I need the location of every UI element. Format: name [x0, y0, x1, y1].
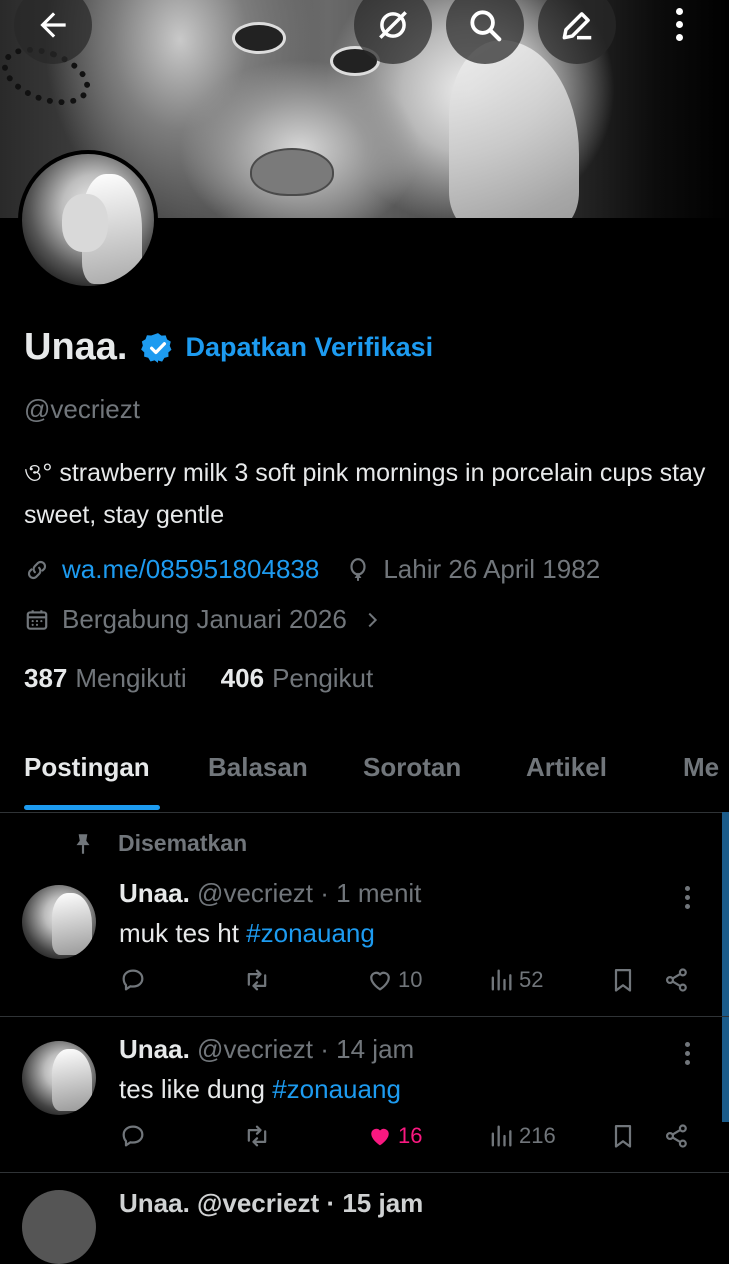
post-actions: 16 216	[119, 1122, 699, 1154]
display-name: Unaa.	[24, 326, 128, 368]
reply-icon	[122, 1125, 144, 1147]
post-avatar[interactable]	[22, 885, 96, 959]
view-count: 52	[519, 967, 544, 992]
reply-icon	[122, 969, 144, 991]
post-divider	[0, 1016, 729, 1017]
profile-avatar[interactable]	[18, 150, 158, 290]
post-timestamp: · 1 menit	[320, 878, 422, 908]
active-tab-indicator	[24, 805, 160, 810]
arrow-left-icon	[40, 12, 66, 38]
post-item[interactable]: Unaa. @vecriezt · 14 jam tes like dung #…	[0, 1026, 722, 1172]
hashtag-link[interactable]: #zonauang	[272, 1074, 401, 1104]
post-author-name[interactable]: Unaa.	[119, 878, 190, 908]
website-link[interactable]: wa.me/085951804838	[62, 554, 319, 585]
heart-icon	[370, 971, 390, 991]
tab-articles[interactable]: Artikel	[526, 752, 607, 783]
banner-hair	[449, 40, 579, 218]
joined-text: Bergabung Januari 2026	[62, 604, 347, 634]
reply-button[interactable]	[119, 966, 147, 994]
post-divider	[0, 1172, 729, 1173]
post-avatar[interactable]	[22, 1041, 96, 1115]
share-button[interactable]	[663, 1122, 691, 1150]
bookmark-icon	[614, 1124, 632, 1148]
birthday-text: Lahir 26 April 1982	[383, 554, 601, 584]
more-vertical-icon	[684, 886, 690, 891]
heart-filled-icon	[371, 1128, 389, 1146]
chevron-right-icon	[368, 612, 377, 627]
meta-row-2[interactable]: Bergabung Januari 2026	[24, 604, 395, 635]
post-avatar[interactable]	[22, 1190, 96, 1264]
partial-post-header: Unaa. @vecriezt · 15 jam	[119, 1188, 424, 1218]
post-more-button[interactable]	[682, 1042, 692, 1069]
name-row: Unaa. Dapatkan Verifikasi	[24, 326, 433, 369]
reply-button[interactable]	[119, 1122, 147, 1150]
tab-highlights[interactable]: Sorotan	[363, 752, 461, 783]
post-more-button[interactable]	[682, 886, 692, 913]
like-count: 10	[398, 967, 423, 992]
views-icon	[491, 969, 512, 991]
post-item[interactable]: Unaa. @vecriezt · 1 menit muk tes ht #zo…	[0, 870, 722, 1016]
bookmark-button[interactable]	[609, 966, 637, 994]
more-vertical-icon	[684, 1042, 690, 1047]
repost-icon	[247, 1125, 267, 1147]
views-icon	[491, 1125, 512, 1147]
like-button[interactable]: 16	[366, 1122, 422, 1150]
profile-handle: @vecriezt	[24, 394, 140, 424]
link-icon	[27, 560, 47, 579]
bookmark-button[interactable]	[609, 1122, 637, 1150]
view-count: 216	[519, 1123, 556, 1148]
post-timestamp: · 14 jam	[320, 1034, 415, 1064]
following-label: Mengikuti	[75, 663, 187, 693]
post-header: Unaa. @vecriezt · 14 jam	[119, 1034, 414, 1065]
pinned-text: Disematkan	[118, 830, 248, 856]
banner-eye-left	[232, 22, 286, 54]
tab-replies[interactable]: Balasan	[208, 752, 308, 783]
verified-badge-icon	[141, 332, 172, 363]
post-author-handle: @vecriezt	[197, 878, 314, 908]
repost-button[interactable]	[243, 1122, 271, 1150]
bookmark-icon	[614, 968, 632, 992]
share-icon	[665, 968, 687, 992]
grok-icon	[379, 11, 407, 39]
meta-row-1: wa.me/085951804838 Lahir 26 April 1982	[24, 554, 600, 585]
post-text: muk tes ht #zonauang	[119, 918, 375, 948]
followers-count: 406	[220, 663, 265, 693]
views-button[interactable]: 216	[487, 1122, 556, 1150]
profile-tabs: Postingan Balasan Sorotan Artikel Me	[0, 740, 729, 813]
balloon-icon	[350, 557, 366, 581]
post-actions: 10 52	[119, 966, 699, 998]
share-icon	[665, 1124, 687, 1148]
post-text: tes like dung #zonauang	[119, 1074, 401, 1104]
tab-posts[interactable]: Postingan	[24, 752, 150, 783]
post-header: Unaa. @vecriezt · 1 menit	[119, 878, 421, 909]
banner-lips	[250, 148, 334, 196]
calendar-icon	[26, 609, 48, 630]
followers-stat[interactable]: 406 Pengikut	[221, 663, 374, 694]
following-count: 387	[24, 663, 68, 693]
like-count: 16	[398, 1123, 423, 1148]
repost-button[interactable]	[243, 966, 271, 994]
get-verified-link[interactable]: Dapatkan Verifikasi	[185, 332, 433, 363]
scrollbar[interactable]	[722, 812, 729, 1122]
like-button[interactable]: 10	[366, 966, 422, 994]
share-button[interactable]	[663, 966, 691, 994]
search-icon	[470, 10, 502, 42]
tab-media[interactable]: Me	[683, 752, 719, 783]
views-button[interactable]: 52	[487, 966, 543, 994]
pinned-label: Disematkan	[70, 830, 247, 857]
hashtag-link[interactable]: #zonauang	[246, 918, 375, 948]
repost-icon	[247, 969, 267, 991]
follow-stats: 387 Mengikuti 406 Pengikut	[24, 663, 373, 694]
more-vertical-icon	[675, 8, 683, 15]
following-stat[interactable]: 387 Mengikuti	[24, 663, 187, 694]
post-author-name[interactable]: Unaa.	[119, 1034, 190, 1064]
more-options-button[interactable]	[669, 8, 689, 48]
followers-label: Pengikut	[272, 663, 374, 693]
post-author-handle: @vecriezt	[197, 1034, 314, 1064]
pin-icon	[76, 833, 90, 854]
profile-bio: ও° strawberry milk 3 soft pink mornings …	[24, 459, 706, 529]
edit-icon	[562, 12, 592, 40]
